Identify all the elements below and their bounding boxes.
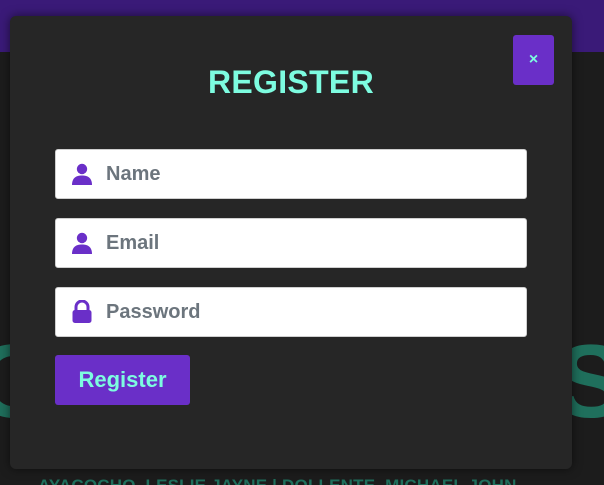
email-input[interactable]	[106, 221, 506, 265]
name-input[interactable]	[106, 152, 506, 196]
email-field[interactable]	[55, 218, 527, 268]
register-button[interactable]: Register	[55, 355, 190, 405]
user-icon	[70, 231, 94, 255]
register-modal: × REGISTER Name Email Register	[10, 16, 572, 469]
name-field[interactable]	[55, 149, 527, 199]
page: C S AYACOCHO, LESLIE JAYNE | DOLLENTE, M…	[0, 0, 604, 485]
user-icon	[70, 162, 94, 186]
password-field[interactable]	[55, 287, 527, 337]
password-input[interactable]	[106, 290, 506, 334]
background-credits: AYACOCHO, LESLIE JAYNE | DOLLENTE, MICHA…	[38, 476, 517, 485]
lock-icon	[70, 300, 94, 324]
modal-title: REGISTER	[208, 64, 374, 100]
